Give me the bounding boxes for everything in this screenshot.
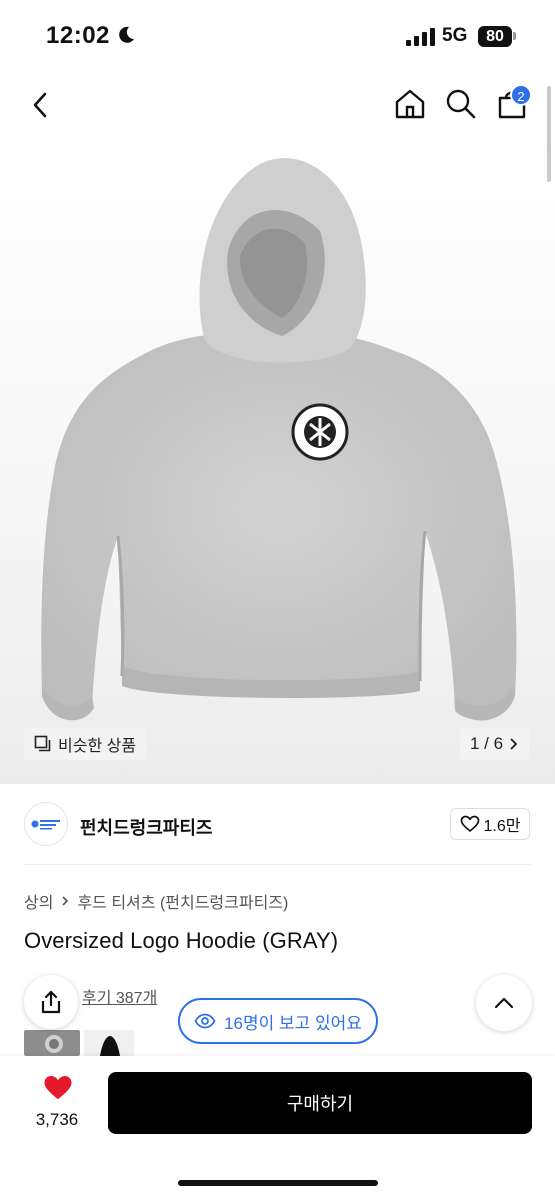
home-indicator (178, 1180, 378, 1186)
divider (24, 864, 531, 865)
product-image-carousel[interactable]: 비슷한 상품 1 / 6 (0, 136, 555, 784)
status-bar: 12:02 5G 80 (0, 0, 555, 72)
similar-products-label: 비슷한 상품 (58, 738, 137, 755)
copy-icon (34, 735, 51, 752)
moon-icon (119, 26, 134, 43)
product-title: Oversized Logo Hoodie (GRAY) (24, 928, 339, 953)
wishlist-count: 3,736 (35, 1110, 79, 1129)
share-icon (41, 990, 61, 1014)
chevron-right-icon (62, 896, 69, 906)
scroll-to-top-button[interactable] (476, 975, 532, 1031)
review-link[interactable]: 후기 387개 (82, 984, 157, 1008)
scroll-indicator (547, 86, 551, 182)
brand-like-count: 1.6만 (483, 818, 521, 835)
bottom-action-bar: 3,736 구매하기 (0, 1056, 555, 1200)
thumbnail-image (45, 1035, 63, 1053)
signal-icon (406, 28, 435, 46)
pager-text: 1 / 6 (470, 734, 504, 753)
heart-filled-icon (44, 1076, 72, 1100)
breadcrumb-subcategory[interactable]: 후드 티셔츠 (펀치드렁크파티즈) (77, 889, 288, 913)
battery-tip (513, 32, 516, 40)
color-thumbnail[interactable] (84, 1030, 134, 1056)
heart-outline-icon (460, 815, 479, 832)
eye-icon (194, 1013, 216, 1029)
top-nav (0, 80, 555, 128)
share-button[interactable] (24, 975, 78, 1029)
wishlist-button[interactable] (36, 1074, 80, 1110)
color-thumbnail[interactable] (24, 1030, 80, 1056)
battery-level: 80 (486, 28, 504, 45)
brand-logo[interactable] (24, 802, 68, 846)
home-icon[interactable] (392, 86, 428, 122)
viewers-label: 16명이 보고 있어요 (224, 1013, 362, 1033)
network-type: 5G (442, 25, 468, 46)
battery-icon: 80 (478, 26, 512, 47)
breadcrumb-category[interactable]: 상의 (24, 889, 53, 913)
viewers-indicator: 16명이 보고 있어요 (178, 998, 378, 1044)
brand-row: 펀치드렁크파티즈 1.6만 (0, 798, 555, 854)
chevron-left-icon[interactable] (24, 88, 58, 122)
cart-count-badge: 2 (510, 84, 532, 106)
search-icon[interactable] (443, 86, 479, 122)
image-pager[interactable]: 1 / 6 (460, 728, 530, 760)
breadcrumb: 상의 후드 티셔츠 (펀치드렁크파티즈) (24, 889, 288, 913)
brand-like-button[interactable]: 1.6만 (450, 808, 530, 840)
thumbnail-image (100, 1036, 120, 1056)
buy-button[interactable]: 구매하기 (108, 1072, 532, 1134)
similar-products-button[interactable]: 비슷한 상품 (24, 728, 147, 760)
chevron-right-icon (510, 738, 518, 750)
brand-name[interactable]: 펀치드렁크파티즈 (80, 814, 212, 840)
status-time: 12:02 (46, 22, 110, 49)
chevron-up-icon (494, 997, 514, 1009)
brand-logo-mark (31, 820, 60, 830)
hoodie-image (41, 158, 517, 721)
